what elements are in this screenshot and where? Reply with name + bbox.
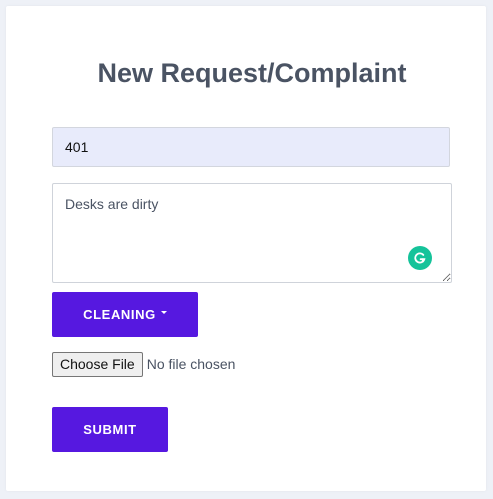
category-dropdown-label: CLEANING <box>83 307 156 322</box>
description-field-wrapper: Desks are dirty <box>52 183 452 283</box>
caret-down-icon <box>160 311 167 314</box>
grammarly-icon[interactable] <box>408 246 432 270</box>
description-textarea[interactable]: Desks are dirty <box>52 183 452 283</box>
page-title: New Request/Complaint <box>97 58 407 88</box>
file-status-text: No file chosen <box>146 356 236 372</box>
submit-button[interactable]: SUBMIT <box>52 407 168 452</box>
request-form-card: New Request/Complaint Desks are dirty CL… <box>6 6 486 491</box>
file-upload: Choose File No file chosen <box>52 351 236 377</box>
room-number-input[interactable] <box>52 127 450 167</box>
category-dropdown-button[interactable]: CLEANING <box>52 292 198 337</box>
choose-file-button[interactable]: Choose File <box>52 351 143 377</box>
